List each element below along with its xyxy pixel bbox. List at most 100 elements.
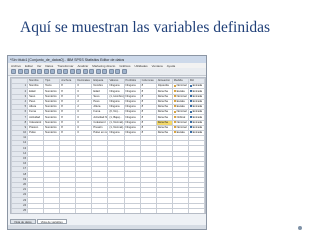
column-header[interactable]: Alineación xyxy=(155,78,173,85)
toolbar-button-icon[interactable] xyxy=(82,69,88,74)
grid-cell[interactable]: Nominal xyxy=(171,83,189,90)
cell-value: 8 xyxy=(141,105,144,109)
toolbar-button-icon[interactable] xyxy=(63,69,68,74)
cell-value: Entrada xyxy=(192,125,203,129)
cell-value: Actividad física xyxy=(93,115,108,119)
cell-value: 8 xyxy=(141,125,144,129)
toolbar-button-icon[interactable] xyxy=(56,69,62,74)
cell-value: Nominal xyxy=(176,94,187,98)
cell-value: Colesterol xyxy=(93,120,106,124)
cell-value: Ninguna xyxy=(125,105,136,109)
cell-value: 8 xyxy=(141,110,144,114)
row-number-label: 9 xyxy=(24,125,27,129)
grid-cell[interactable] xyxy=(155,212,173,213)
cell-value: Fuma xyxy=(93,110,101,114)
menu-item[interactable]: Datos xyxy=(45,64,53,68)
toolbar-button-icon[interactable] xyxy=(30,69,36,74)
cell-value: Derecha xyxy=(157,120,168,124)
menu-item[interactable]: Marketing directo xyxy=(92,64,115,68)
toolbar-button-icon[interactable] xyxy=(95,69,101,74)
cell-value: Actividad xyxy=(29,115,40,119)
grid-cell[interactable] xyxy=(139,212,157,213)
menu-item[interactable]: Ayuda xyxy=(167,64,175,68)
grid-cell[interactable]: {1, Baja}... xyxy=(107,114,125,121)
cell-value: Entrada xyxy=(192,89,203,93)
grid-cell[interactable] xyxy=(187,212,205,213)
row-number-label: 3 xyxy=(24,94,27,98)
cell-value: Entrada xyxy=(192,120,203,124)
window-titlebar[interactable]: *Sin título1 [Conjunto_de_datos0] - IBM … xyxy=(8,56,206,63)
toolbar-button-icon[interactable] xyxy=(69,69,75,74)
menu-item[interactable]: Ventana xyxy=(152,64,163,68)
toolbar-button-icon[interactable] xyxy=(11,69,16,74)
cell-value: {1, Normal}... xyxy=(109,125,125,129)
menu-item[interactable]: Transformar xyxy=(57,64,73,68)
grid-cell[interactable] xyxy=(107,212,125,213)
slide-title: Aquí se muestran las variables definidas xyxy=(20,19,271,36)
grid-cell[interactable] xyxy=(27,212,45,213)
cell-value: 8 xyxy=(61,115,63,119)
grid-cell[interactable] xyxy=(91,212,109,213)
cell-value: Pulso en reposo xyxy=(93,131,107,135)
grid-cell[interactable]: {1, Normal}... xyxy=(107,119,125,126)
cell-value: 8 xyxy=(141,115,144,119)
toolbar-button-icon[interactable] xyxy=(50,69,55,74)
toolbar-button-icon[interactable] xyxy=(43,69,49,74)
grid-cell[interactable]: Nominal xyxy=(171,93,189,100)
toolbar-button-icon[interactable] xyxy=(37,69,42,74)
cell-value: Presión xyxy=(93,125,103,129)
grid-cell[interactable] xyxy=(123,212,141,213)
cell-value: 8 xyxy=(141,120,144,124)
tab-view[interactable]: Vista de datos xyxy=(10,219,36,224)
tab-view[interactable]: Vista de variables xyxy=(36,219,67,224)
menu-item[interactable]: Utilidades xyxy=(134,64,147,68)
cell-value: Escala xyxy=(176,105,185,109)
toolbar-button-icon[interactable] xyxy=(102,69,107,74)
menu-item[interactable]: Ver xyxy=(37,64,42,68)
cell-value: Derecha xyxy=(157,94,168,98)
row-number-label: 4 xyxy=(24,99,27,103)
cell-value: Ninguna xyxy=(109,99,120,103)
row-number-label: 7 xyxy=(24,115,27,119)
cell-value: {1, Baja}... xyxy=(109,115,122,119)
grid-cell[interactable]: Nominal xyxy=(171,119,189,126)
toolbar-button-icon[interactable] xyxy=(121,69,127,74)
menu-item[interactable]: Archivo xyxy=(11,64,21,68)
cell-value: 8 xyxy=(141,131,144,135)
toolbar-button-icon[interactable] xyxy=(89,69,94,74)
cell-value: Nominal xyxy=(176,125,187,129)
cell-value: Ninguna xyxy=(109,131,120,135)
grid-cell[interactable]: Nominal xyxy=(171,124,189,131)
cell-value: Ninguna xyxy=(125,120,136,124)
cell-value: Nombre xyxy=(93,84,103,88)
grid-cell[interactable] xyxy=(171,212,189,213)
slide-bullet-dot xyxy=(298,226,302,230)
cell-value: Numérico xyxy=(45,99,57,103)
row-number-label: 1 xyxy=(24,84,27,88)
menu-item[interactable]: Editar xyxy=(25,64,33,68)
cell-value: Ninguna xyxy=(125,84,136,88)
grid-cell[interactable] xyxy=(75,212,93,213)
menu-item[interactable]: Gráficos xyxy=(119,64,130,68)
grid-cell[interactable] xyxy=(59,212,77,213)
cell-value: 8 xyxy=(61,89,63,93)
cell-value: Numérico xyxy=(45,105,57,109)
spss-window: *Sin título1 [Conjunto_de_datos0] - IBM … xyxy=(7,55,207,230)
cell-value: Numérico xyxy=(45,89,57,93)
cell-value: 0 xyxy=(77,84,79,88)
column-header[interactable]: Decimales xyxy=(75,78,93,85)
cell-value: {0, No}... xyxy=(109,110,120,114)
cell-value: 2 xyxy=(77,105,79,109)
toolbar-button-icon[interactable] xyxy=(76,69,81,74)
toolbar-button-icon[interactable] xyxy=(24,69,29,74)
menu-item[interactable]: Analizar xyxy=(77,64,88,68)
toolbar-button-icon[interactable] xyxy=(17,69,23,74)
grid-cell[interactable]: Nominal xyxy=(171,109,189,116)
grid-cell[interactable] xyxy=(43,212,61,213)
grid-cell[interactable]: Actividad física xyxy=(91,114,109,121)
toolbar-button-icon[interactable] xyxy=(115,69,120,74)
grid-cell[interactable]: {1, Hombre}... xyxy=(107,93,125,100)
grid-cell[interactable]: {1, Normal}... xyxy=(107,124,125,131)
grid-cell[interactable]: Pulso en reposo xyxy=(91,129,109,137)
toolbar-button-icon[interactable] xyxy=(108,69,114,74)
